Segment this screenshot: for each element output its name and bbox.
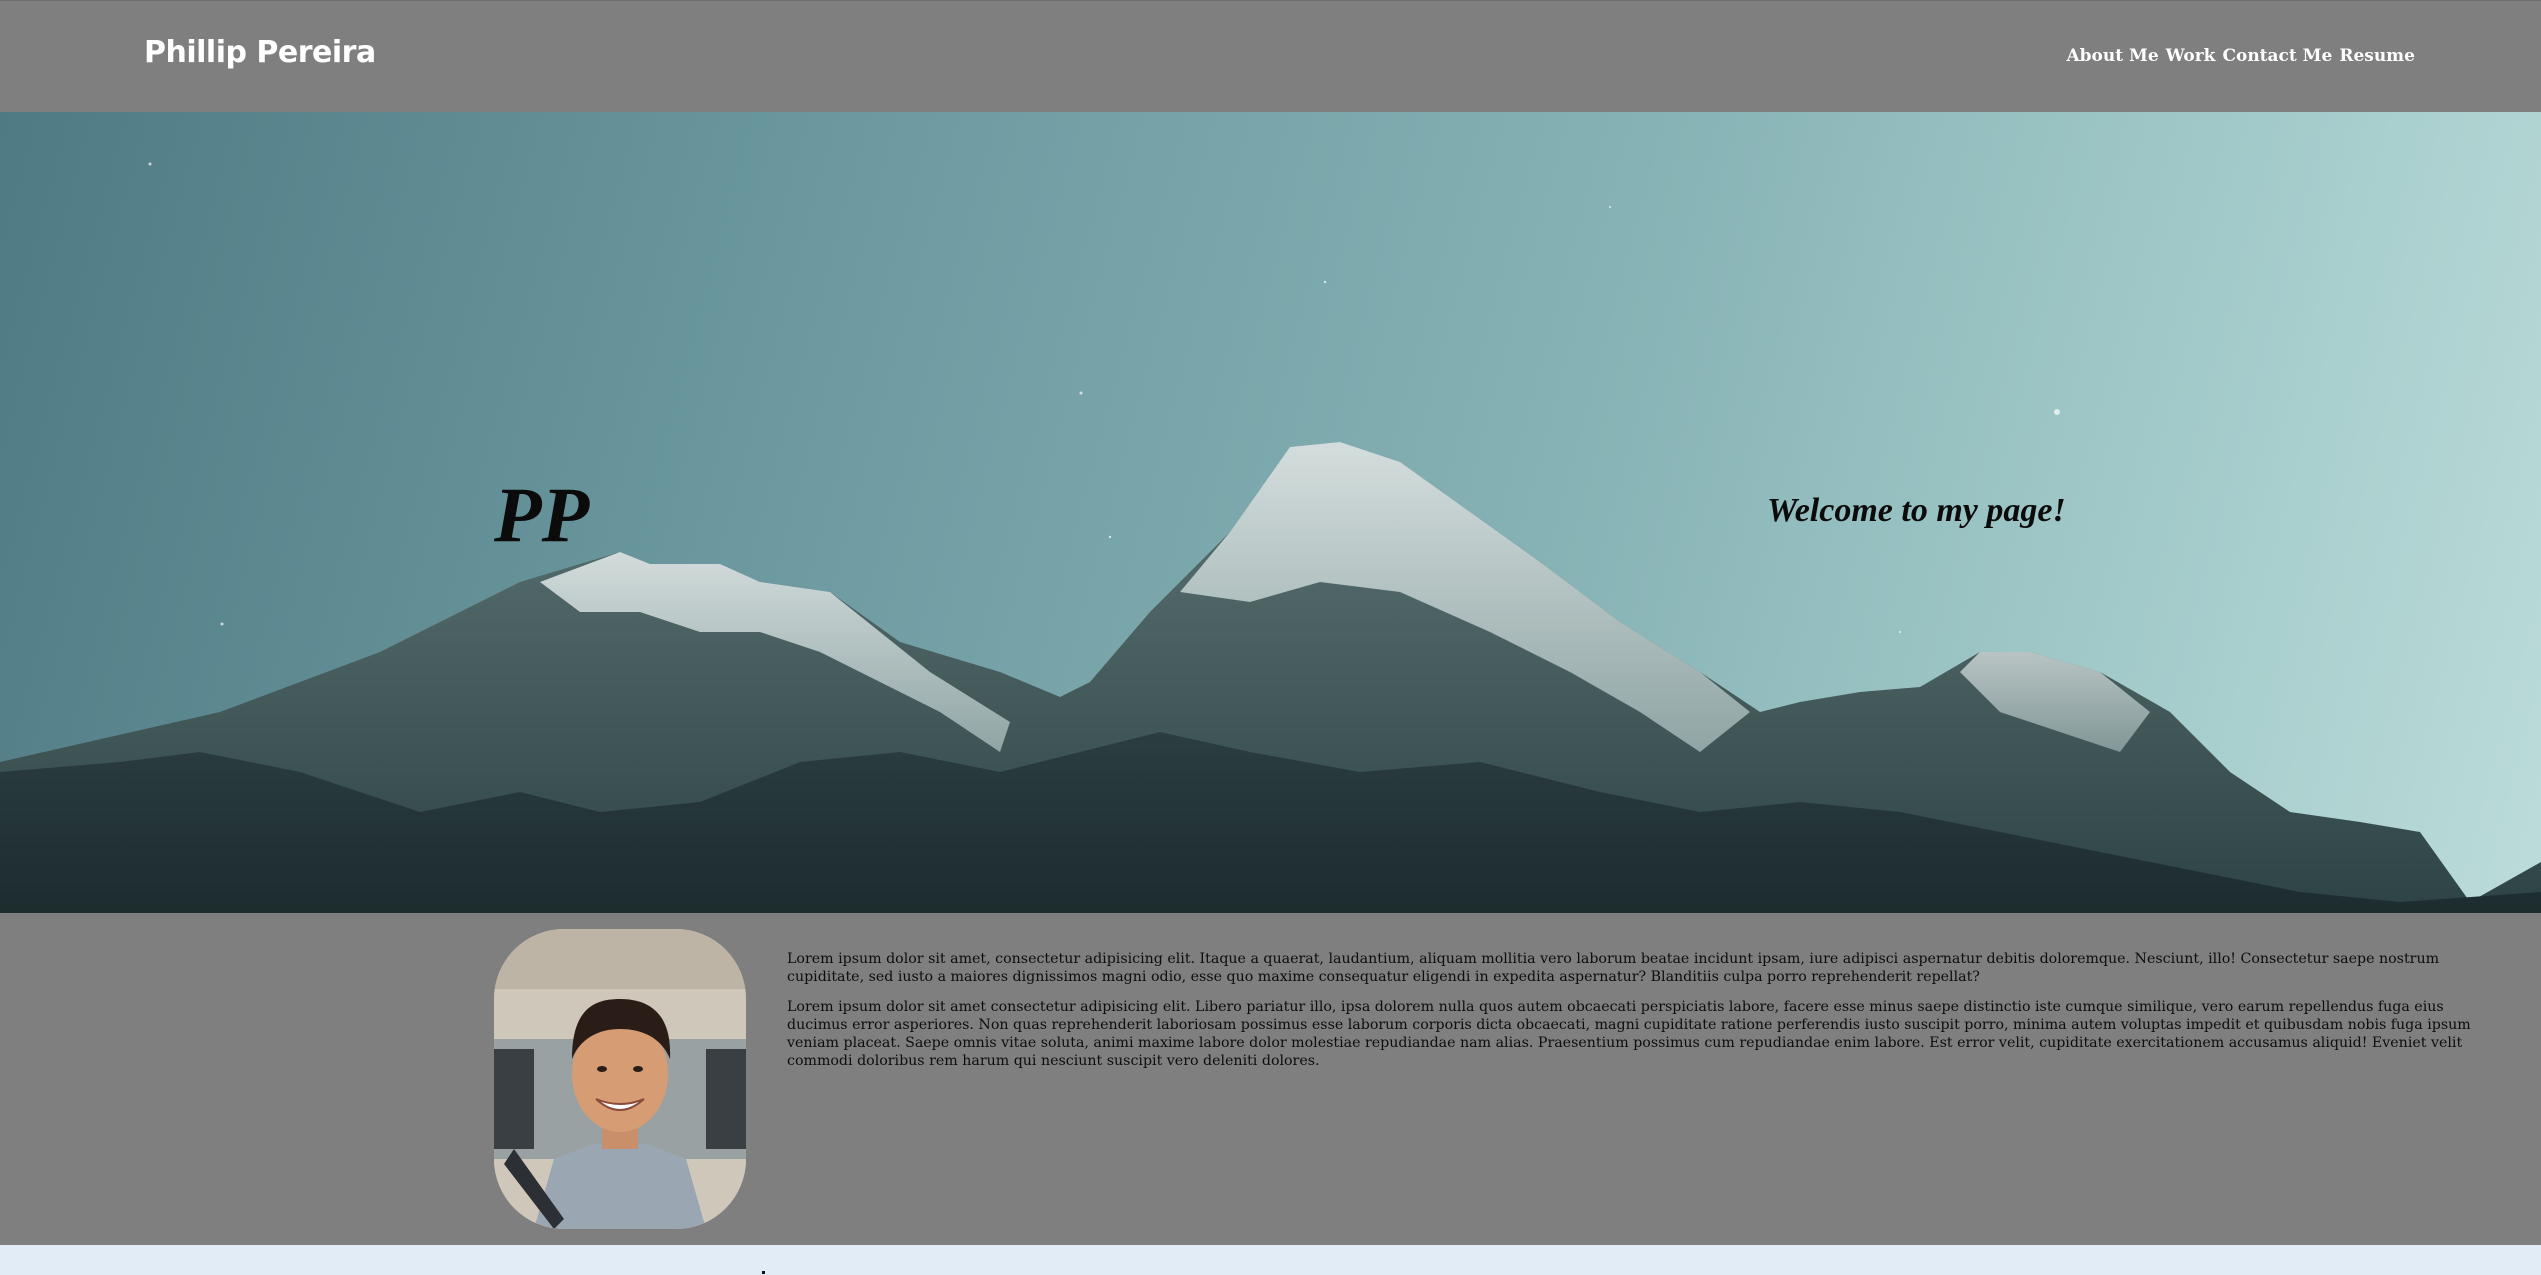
- about-paragraph-2: Lorem ipsum dolor sit amet consectetur a…: [787, 999, 2471, 1069]
- nav-link-work[interactable]: Work: [2166, 46, 2216, 66]
- hero-initials: PP: [494, 471, 590, 558]
- profile-photo: [494, 929, 746, 1229]
- about-text: Lorem ipsum dolor sit amet, consectetur …: [787, 950, 2497, 1082]
- hero-banner: PP Welcome to my page!: [0, 112, 2541, 913]
- hero-welcome-text: Welcome to my page!: [1767, 492, 2066, 529]
- site-brand[interactable]: Phillip Pereira: [144, 35, 376, 70]
- footer-marker: [762, 1271, 765, 1274]
- portrait-image: [494, 929, 746, 1229]
- nav-link-resume[interactable]: Resume: [2339, 46, 2415, 66]
- nav-link-contact-me[interactable]: Contact Me: [2222, 46, 2332, 66]
- mountain-background-image: [0, 162, 2541, 913]
- about-paragraph-1: Lorem ipsum dolor sit amet, consectetur …: [787, 951, 2440, 985]
- about-section: Lorem ipsum dolor sit amet, consectetur …: [0, 913, 2541, 1245]
- nav-link-about-me[interactable]: About Me: [2066, 46, 2158, 66]
- site-header: Phillip Pereira About Me Work Contact Me…: [0, 0, 2541, 112]
- footer-strip: [0, 1245, 2541, 1275]
- main-nav: About Me Work Contact Me Resume: [2066, 46, 2415, 66]
